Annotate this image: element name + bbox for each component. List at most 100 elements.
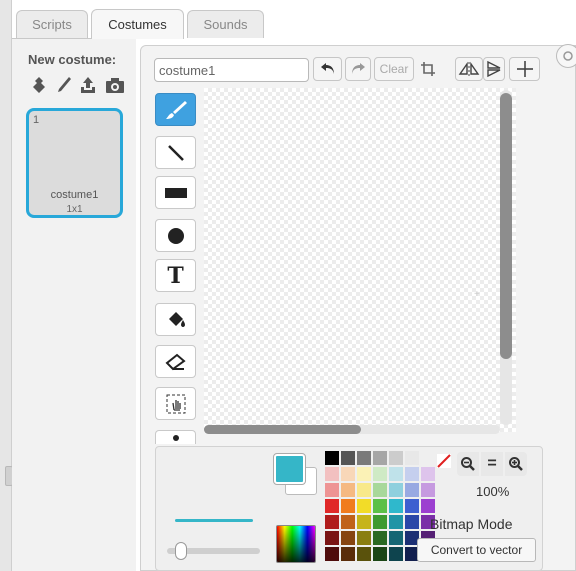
- palette-swatch[interactable]: [421, 483, 435, 497]
- flip-vertical-icon: [487, 60, 501, 78]
- ellipse-icon: [167, 227, 184, 244]
- upload-icon[interactable]: [77, 74, 99, 96]
- palette-swatch[interactable]: [325, 499, 339, 513]
- palette-swatch[interactable]: [389, 531, 403, 545]
- palette-swatch[interactable]: [405, 451, 419, 465]
- palette-swatch[interactable]: [373, 531, 387, 545]
- set-center-button[interactable]: [509, 57, 540, 81]
- tab-scripts-label: Scripts: [32, 17, 72, 32]
- palette-swatch[interactable]: [373, 547, 387, 561]
- clear-button[interactable]: Clear: [374, 57, 414, 81]
- palette-swatch[interactable]: [357, 451, 371, 465]
- sprite-library-icon[interactable]: [28, 74, 50, 96]
- flip-horizontal-button[interactable]: [455, 57, 483, 81]
- palette-swatch[interactable]: [341, 531, 355, 545]
- palette-swatch[interactable]: [325, 515, 339, 529]
- palette-swatch[interactable]: [421, 499, 435, 513]
- no-color-icon[interactable]: [437, 454, 451, 468]
- palette-swatch[interactable]: [341, 547, 355, 561]
- palette-swatch[interactable]: [389, 451, 403, 465]
- line-icon: [167, 144, 184, 161]
- palette-swatch[interactable]: [405, 515, 419, 529]
- paint-brush-icon[interactable]: [53, 74, 75, 96]
- palette-swatch[interactable]: [373, 483, 387, 497]
- text-tool-label: T: [167, 262, 184, 289]
- palette-swatch[interactable]: [389, 547, 403, 561]
- select-tool[interactable]: [155, 387, 196, 420]
- convert-to-vector-label: Convert to vector: [430, 543, 523, 557]
- costume-thumbnail-size: 1x1: [66, 204, 83, 215]
- palette-swatch[interactable]: [357, 547, 371, 561]
- palette-swatch[interactable]: [325, 451, 339, 465]
- zoom-in-button[interactable]: [505, 452, 527, 476]
- crop-icon[interactable]: [417, 57, 439, 81]
- eraser-tool[interactable]: [155, 345, 196, 378]
- tab-scripts[interactable]: Scripts: [16, 10, 88, 38]
- palette-swatch[interactable]: [325, 483, 339, 497]
- stamp-tool[interactable]: [155, 430, 196, 444]
- brush-icon: [165, 100, 187, 119]
- costume-thumbnail-name: costume1: [50, 189, 99, 201]
- stroke-width-slider-knob[interactable]: [175, 542, 187, 560]
- palette-swatch[interactable]: [325, 547, 339, 561]
- palette-swatch[interactable]: [341, 467, 355, 481]
- fill-tool[interactable]: [155, 303, 196, 336]
- palette-swatch[interactable]: [389, 483, 403, 497]
- new-costume-label: New costume:: [28, 52, 117, 67]
- center-crosshair-icon: +: [474, 289, 480, 300]
- costume-thumbnail[interactable]: [26, 108, 123, 218]
- palette-swatch[interactable]: [325, 467, 339, 481]
- zoom-level: 100%: [476, 484, 510, 499]
- palette-swatch[interactable]: [389, 515, 403, 529]
- circle-icon: [563, 51, 573, 61]
- horizontal-scroll-thumb[interactable]: [204, 425, 361, 434]
- primary-color-swatch[interactable]: [273, 453, 306, 485]
- text-tool[interactable]: T: [155, 259, 196, 292]
- brush-tool[interactable]: [155, 93, 196, 126]
- palette-swatch[interactable]: [341, 483, 355, 497]
- palette-swatch[interactable]: [357, 531, 371, 545]
- palette-swatch[interactable]: [389, 499, 403, 513]
- editor-mode-label: Bitmap Mode: [430, 516, 513, 532]
- palette-swatch[interactable]: [373, 467, 387, 481]
- zoom-out-button[interactable]: [457, 452, 479, 476]
- palette-swatch[interactable]: [357, 515, 371, 529]
- palette-swatch[interactable]: [405, 467, 419, 481]
- palette-swatch[interactable]: [389, 467, 403, 481]
- palette-swatch[interactable]: [405, 483, 419, 497]
- palette-swatch[interactable]: [421, 467, 435, 481]
- clear-button-label: Clear: [379, 62, 409, 76]
- zoom-reset-label: =: [487, 455, 497, 472]
- palette-swatch[interactable]: [341, 515, 355, 529]
- rectangle-tool[interactable]: [155, 176, 196, 209]
- palette-swatch[interactable]: [357, 483, 371, 497]
- palette-swatch[interactable]: [373, 515, 387, 529]
- palette-swatch[interactable]: [405, 499, 419, 513]
- palette-swatch[interactable]: [341, 451, 355, 465]
- palette-swatch[interactable]: [357, 499, 371, 513]
- line-tool[interactable]: [155, 136, 196, 169]
- palette-swatch[interactable]: [341, 499, 355, 513]
- camera-icon[interactable]: [104, 74, 126, 96]
- tab-costumes[interactable]: Costumes: [91, 9, 184, 39]
- select-hand-icon: [166, 394, 185, 413]
- undo-button[interactable]: [313, 57, 342, 81]
- eraser-icon: [165, 353, 186, 370]
- flip-vertical-button[interactable]: [483, 57, 505, 81]
- vertical-scroll-thumb[interactable]: [500, 93, 512, 359]
- color-spectrum-picker[interactable]: [276, 525, 316, 563]
- tab-sounds[interactable]: Sounds: [187, 10, 264, 38]
- palette-swatch[interactable]: [373, 451, 387, 465]
- convert-to-vector-button[interactable]: Convert to vector: [417, 538, 536, 562]
- stage-toggle-button[interactable]: [556, 44, 576, 68]
- zoom-out-icon: [461, 457, 475, 471]
- ellipse-tool[interactable]: [155, 219, 196, 252]
- palette-swatch[interactable]: [325, 531, 339, 545]
- undo-icon: [320, 63, 334, 74]
- costume-name-input[interactable]: [154, 58, 309, 82]
- palette-swatch[interactable]: [373, 499, 387, 513]
- redo-button[interactable]: [345, 57, 371, 81]
- palette-swatch[interactable]: [357, 467, 371, 481]
- drawing-canvas[interactable]: [204, 88, 516, 432]
- zoom-reset-button[interactable]: =: [481, 452, 503, 476]
